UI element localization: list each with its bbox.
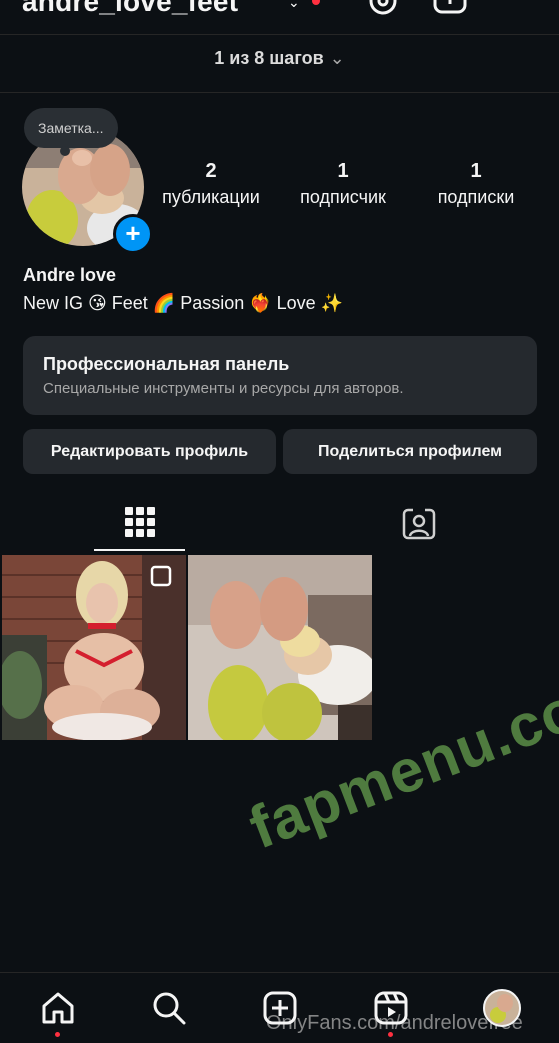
stat-posts[interactable]: 2 публикации — [150, 160, 272, 208]
account-switch-chevron-icon[interactable]: ⌄ — [288, 0, 300, 11]
grid-icon[interactable] — [124, 506, 156, 538]
reels-notification-dot — [388, 1032, 393, 1037]
home-icon[interactable] — [40, 990, 76, 1026]
post-thumbnail-2[interactable] — [188, 555, 372, 740]
stat-following-label: подписки — [437, 187, 515, 207]
stat-posts-label: публикации — [162, 187, 260, 207]
stat-following[interactable]: 1 подписки — [416, 160, 536, 208]
header-divider — [0, 34, 559, 35]
home-notification-dot — [55, 1032, 60, 1037]
profile-username[interactable]: andre_love_feet — [22, 0, 238, 18]
professional-dashboard-card[interactable] — [23, 336, 537, 415]
notification-dot — [312, 0, 320, 5]
profile-setup-steps[interactable]: 1 из 8 шагов ⌄ — [0, 48, 559, 69]
bottom-nav-divider — [0, 972, 559, 973]
stat-followers-label: подписчик — [300, 187, 386, 207]
active-tab-indicator — [94, 549, 185, 551]
pro-panel-subtitle: Специальные инструменты и ресурсы для ав… — [43, 380, 404, 397]
steps-divider — [0, 92, 559, 93]
profile-display-name: Andre love — [23, 265, 117, 285]
steps-label: 1 из 8 шагов — [214, 48, 324, 68]
tagged-icon[interactable] — [402, 506, 436, 540]
chevron-down-icon: ⌄ — [329, 48, 345, 68]
menu-icon[interactable] — [502, 0, 536, 18]
search-icon[interactable] — [151, 990, 187, 1026]
note-bubble[interactable]: Заметка... — [24, 108, 118, 148]
reels-icon[interactable] — [373, 990, 409, 1026]
add-story-button[interactable]: + — [113, 214, 153, 254]
stat-followers-value: 1 — [337, 160, 349, 182]
share-profile-button[interactable]: Поделиться профилем — [283, 429, 537, 474]
pro-panel-title: Профессиональная панель — [43, 354, 290, 374]
create-icon[interactable] — [262, 990, 298, 1026]
stat-posts-value: 2 — [205, 160, 217, 182]
threads-icon[interactable] — [366, 0, 400, 18]
stat-following-value: 1 — [470, 160, 482, 182]
profile-tab-avatar[interactable] — [483, 989, 521, 1027]
profile-bio: New IG 😘 Feet 🌈 Passion ❤️‍🔥 Love ✨ — [23, 293, 344, 313]
add-post-icon[interactable] — [433, 0, 467, 18]
edit-profile-button[interactable]: Редактировать профиль — [23, 429, 276, 474]
note-bubble-tail — [60, 146, 70, 156]
post-thumbnail-1[interactable] — [2, 555, 186, 740]
stat-followers[interactable]: 1 подписчик — [283, 160, 403, 208]
